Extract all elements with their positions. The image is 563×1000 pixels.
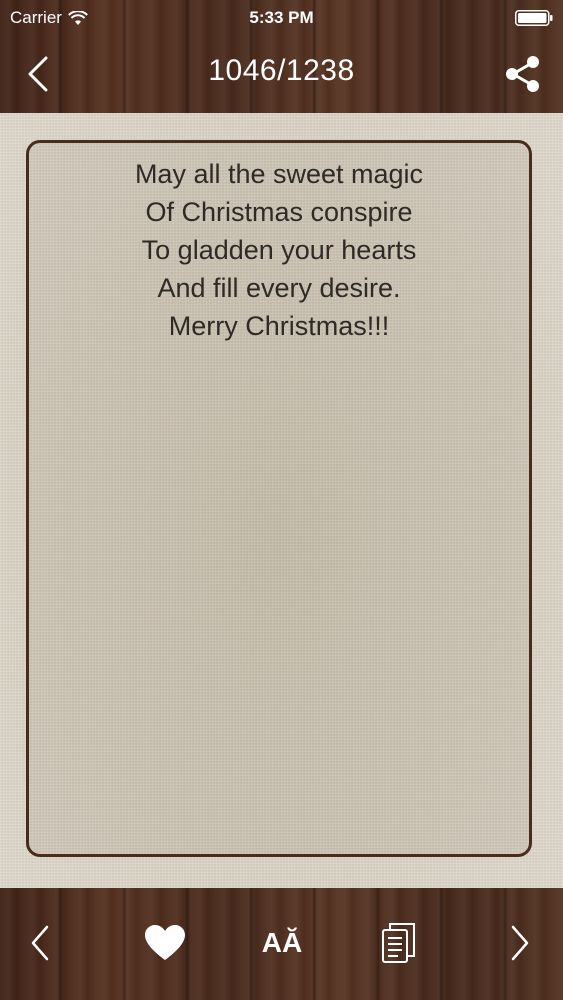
- nav-bar: 1046/1238: [0, 40, 563, 110]
- top-bar: Carrier 5:33 PM 1046/1238: [0, 0, 563, 113]
- next-button[interactable]: [500, 918, 540, 968]
- message-line: May all the sweet magic: [134, 159, 424, 189]
- battery-icon: [515, 10, 553, 26]
- page-counter: 1046/1238: [208, 54, 355, 87]
- content-area: May all the sweet magic Of Christmas con…: [0, 113, 563, 888]
- copy-button[interactable]: [376, 918, 422, 968]
- message-line: And fill every desire.: [157, 273, 401, 303]
- message-line: Merry Christmas!!!: [168, 311, 390, 341]
- message-line: Of Christmas conspire: [145, 197, 413, 227]
- bottom-toolbar: AĂ: [0, 888, 563, 1000]
- share-icon[interactable]: [501, 52, 545, 96]
- heart-icon: [145, 925, 185, 960]
- font-size-label: AĂ: [261, 927, 303, 958]
- status-bar: Carrier 5:33 PM: [0, 0, 563, 36]
- font-size-button[interactable]: AĂ: [256, 918, 308, 968]
- message-text: May all the sweet magic Of Christmas con…: [29, 155, 529, 345]
- chevron-right-icon: [511, 925, 529, 961]
- message-line: To gladden your hearts: [141, 235, 417, 265]
- favorite-button[interactable]: [140, 918, 190, 968]
- copy-icon: [382, 923, 415, 963]
- previous-button[interactable]: [20, 918, 60, 968]
- status-time: 5:33 PM: [249, 8, 314, 27]
- message-card: May all the sweet magic Of Christmas con…: [26, 140, 532, 857]
- chevron-left-icon: [31, 925, 49, 961]
